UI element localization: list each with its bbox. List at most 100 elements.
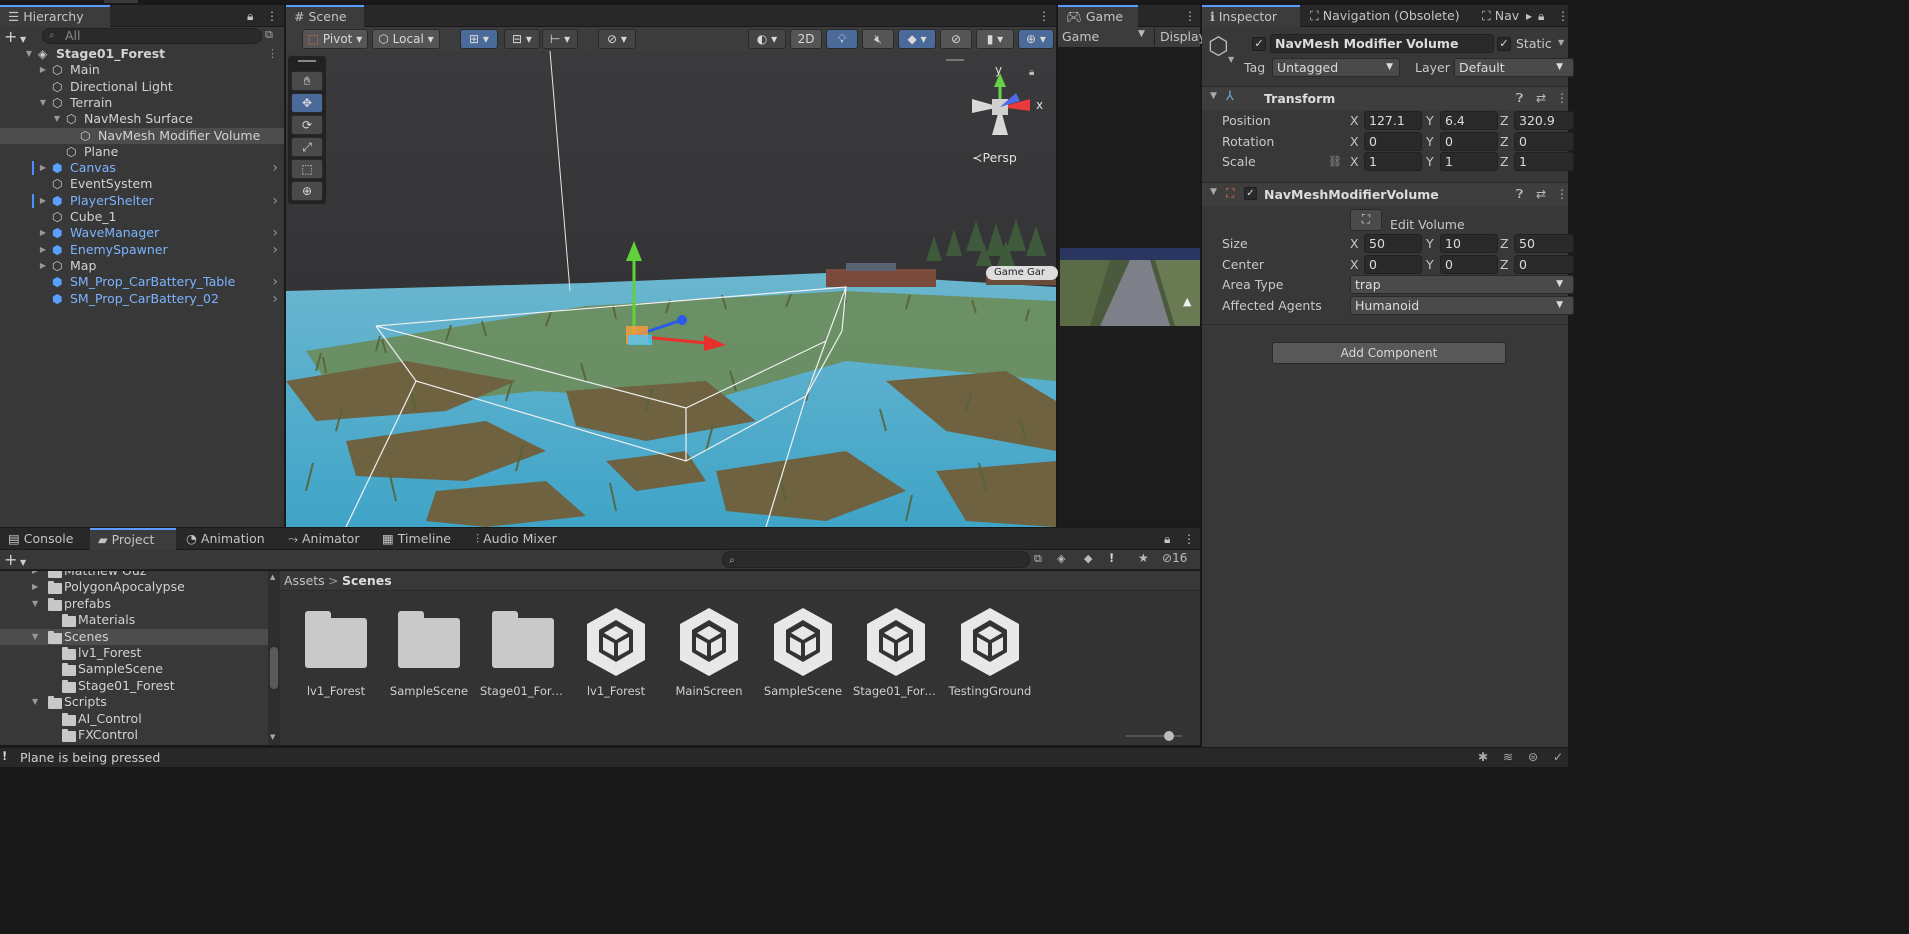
size-y-field[interactable]: 10 [1440,234,1498,253]
tools-handle[interactable] [298,60,316,62]
preset-icon[interactable]: ⇄ [1536,91,1546,105]
hierarchy-row[interactable]: ⬡ Cube_1 [0,209,284,225]
project-tree-row[interactable]: Stage01_Forest [0,678,268,694]
rotation-z-field[interactable]: 0 [1514,131,1574,151]
tab-scroll-right-icon[interactable]: ▸ [1526,5,1532,27]
kebab-menu-icon[interactable]: ⋮ [266,5,278,27]
toggle-2d-button[interactable]: 2D [790,29,822,49]
rotation-x-field[interactable]: 0 [1364,131,1422,151]
center-x-axis-label[interactable]: X [1350,257,1359,272]
scale-x-field[interactable]: 1 [1364,152,1422,171]
move-tool-button[interactable]: ✥ [291,93,323,113]
grid-toggle-button[interactable]: ⊟ ▾ [504,29,540,49]
effects-button[interactable]: ◆ ▾ [898,29,936,49]
position-x-axis-label[interactable]: X [1350,113,1359,128]
open-prefab-chevron-icon[interactable]: › [272,225,278,241]
project-tree-row[interactable]: ▼ prefabs [0,596,268,612]
game-view-dropdown[interactable]: Game [1062,29,1099,44]
hierarchy-row[interactable]: ⬢ SM_Prop_CarBattery_02 › [0,291,284,307]
gizmo-y-label[interactable]: y [995,63,1002,77]
hierarchy-row[interactable]: ▼ ⬡ NavMesh Surface [0,111,284,127]
icon-dropdown-arrow-icon[interactable]: ▼ [1228,55,1234,64]
tab-navigation-obsolete[interactable]: ⛶ Navigation (Obsolete) [1302,5,1472,27]
snap-grid-button[interactable]: ⊞ ▾ [460,29,498,49]
center-x-field[interactable]: 0 [1364,254,1422,274]
increment-snap-button[interactable]: ⊢ ▾ [542,29,578,49]
tab-timeline[interactable]: ▦ Timeline [374,528,466,550]
collapse-arrow-icon[interactable]: ▼ [52,111,62,127]
scale-tool-button[interactable]: ⤢ [291,137,323,157]
open-prefab-chevron-icon[interactable]: › [272,193,278,209]
size-x-axis-label[interactable]: X [1350,236,1359,251]
gizmos-button[interactable]: ⊕ ▾ [1018,29,1054,49]
project-lock-icon[interactable]: 🔒︎ [1164,528,1170,550]
filter-type-icon[interactable]: ◈ [1057,552,1065,565]
hierarchy-row[interactable]: ▶ ⬢ EnemySpawner › [0,242,284,258]
inspector-lock-icon[interactable]: 🔒︎ [1538,5,1544,27]
tab-hierarchy[interactable]: ☰ Hierarchy [0,5,110,27]
area-type-dropdown[interactable]: trap ▼ [1350,275,1574,294]
project-tree-row[interactable]: ▶ PolygonApocalypse [0,579,268,595]
expand-arrow-icon[interactable]: ▶ [32,571,38,579]
position-y-axis-label[interactable]: Y [1426,113,1434,128]
asset-folder[interactable]: SampleScene [386,604,472,700]
tab-game[interactable]: 🎮︎ Game [1058,5,1138,27]
hierarchy-row[interactable]: ⬡ Plane [0,144,284,160]
scroll-down-icon[interactable]: ▼ [270,733,275,741]
tab-scene[interactable]: # Scene [286,5,364,27]
overlay-handle[interactable] [946,59,964,61]
project-tree-row[interactable]: ▼ Scripts [0,694,268,710]
collapse-arrow-icon[interactable]: ▼ [32,596,38,612]
project-tree-row[interactable]: ▶ Matthew Ouz [0,571,268,579]
rotation-y-field[interactable]: 0 [1440,131,1498,151]
gizmo-tools-button[interactable]: ⊘ ▾ [598,29,636,49]
tab-animation[interactable]: ◔ Animation [178,528,280,550]
navmod-fold-icon[interactable]: ▼ [1210,187,1217,197]
hidden-packages-icon[interactable]: ⊘16 [1162,551,1187,565]
position-z-axis-label[interactable]: Z [1500,113,1509,128]
asset-folder[interactable]: Stage01_Fore... [480,604,566,700]
collapse-arrow-icon[interactable]: ▼ [32,694,38,710]
navmod-enabled-checkbox[interactable]: ✓ [1244,187,1257,200]
project-tree-row[interactable]: lv1_Forest [0,645,268,661]
hierarchy-row[interactable]: ▶ ⬡ Map [0,258,284,274]
game-dropdown-arrow-icon[interactable]: ▼ [1138,29,1145,39]
position-x-field[interactable]: 127.1 [1364,111,1422,130]
lock-icon[interactable]: 🔒︎ [247,5,253,27]
center-z-axis-label[interactable]: Z [1500,257,1509,272]
expand-arrow-icon[interactable]: ▶ [38,225,48,241]
visibility-button[interactable]: ⊘ [940,29,972,49]
breadcrumb-scenes[interactable]: Scenes [342,573,392,588]
tab-inspector[interactable]: ℹ Inspector [1202,5,1300,27]
hierarchy-search-input[interactable]: ⌕ All [42,28,262,44]
rotation-z-axis-label[interactable]: Z [1500,134,1509,149]
collapse-arrow-icon[interactable]: ▼ [24,46,34,62]
size-x-field[interactable]: 50 [1364,234,1422,253]
project-tree-row[interactable]: Materials [0,612,268,628]
open-prefab-chevron-icon[interactable]: › [272,291,278,307]
game-menu-icon[interactable]: ⋮ [1184,5,1196,27]
expand-arrow-icon[interactable]: ▶ [38,62,48,78]
rotation-y-axis-label[interactable]: Y [1426,134,1434,149]
asset-scene[interactable]: SampleScene [760,604,846,700]
scroll-up-icon[interactable]: ▲ [270,573,275,581]
help-icon[interactable]: ❓︎ [1516,91,1523,106]
cloud-icon[interactable]: ✓ [1553,750,1563,764]
project-search-input[interactable]: ⌕ [722,551,1030,568]
scene-menu-icon[interactable]: ⋮ [1038,5,1050,27]
object-name-field[interactable]: NavMesh Modifier Volume [1270,34,1494,53]
tab-audio-mixer[interactable]: ⫶ Audio Mixer [468,528,578,550]
size-y-axis-label[interactable]: Y [1426,236,1434,251]
project-menu-icon[interactable]: ⋮ [1183,528,1195,550]
gizmo-x-label[interactable]: x [1036,98,1043,112]
scale-z-field[interactable]: 1 [1514,152,1574,171]
bug-icon[interactable]: ✱ [1478,750,1488,764]
camera-button[interactable]: ▮ ▾ [976,29,1014,49]
audio-button[interactable]: 🔇︎ [862,29,894,49]
asset-folder[interactable]: lv1_Forest [293,604,379,700]
hand-tool-button[interactable]: ✋︎ [291,71,323,91]
center-y-axis-label[interactable]: Y [1426,257,1434,272]
scale-x-axis-label[interactable]: X [1350,154,1359,169]
add-button[interactable]: + ▼ [4,28,34,46]
expand-arrow-icon[interactable]: ▶ [38,242,48,258]
